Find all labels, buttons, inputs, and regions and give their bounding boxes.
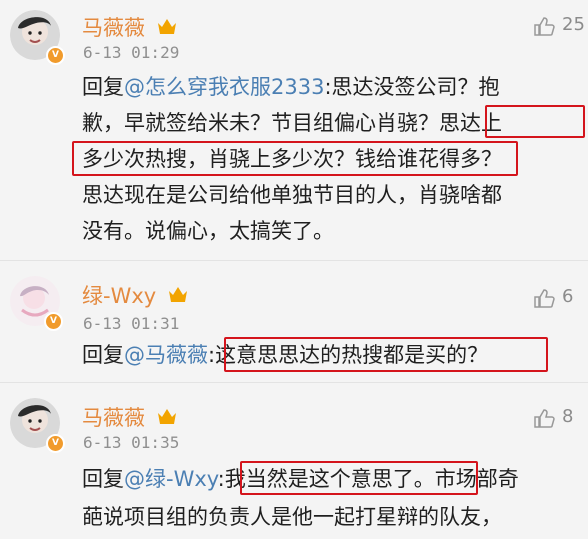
highlight-box [485,105,585,138]
comment-3: V 马薇薇 6-13 01:35 8 回复@绿-Wxy:我当然是这个意思了。市场… [0,390,588,539]
highlight-box [240,461,478,495]
verified-badge-icon: V [44,312,63,331]
like-button[interactable]: 25 [532,12,588,40]
divider [0,382,588,383]
comment-1: V 马薇薇 6-13 01:29 25 回复@怎么穿我衣服2333:思达没签公司… [0,0,588,255]
mention-link[interactable]: @马薇薇 [124,343,208,367]
thumbs-up-icon [534,289,555,308]
divider [0,260,588,261]
comment-time: 6-13 01:29 [83,43,180,62]
comment-2: V 绿-Wxy 6-13 01:31 6 回复@马薇薇:这意思思达的热搜都是买的… [0,268,588,378]
mention-link[interactable]: @绿-Wxy [124,467,218,491]
username[interactable]: 马薇薇 [82,402,178,432]
comment-time: 6-13 01:31 [83,314,180,333]
thumbs-up-icon [534,409,555,428]
like-count: 8 [562,406,574,427]
username[interactable]: 马薇薇 [82,12,178,42]
comment-line: 葩说项目组的负责人是他一起打星辩的队友， [82,505,502,529]
comment-line: 歉，早就签给米未？节目组偏心肖骁？思达上 [82,111,502,135]
verified-badge-icon: V [46,46,65,65]
comment-line: 没有。说偏心，太搞笑了。 [82,219,334,243]
thumbs-up-icon [534,17,555,36]
like-button[interactable]: 6 [532,284,588,312]
vip-member-icon [168,287,187,302]
like-button[interactable]: 8 [532,404,588,432]
username[interactable]: 绿-Wxy [82,280,189,310]
comment-line: 思达现在是公司给他单独节目的人，肖骁啥都 [82,183,502,207]
mention-link[interactable]: @怎么穿我衣服2333 [124,75,324,99]
highlight-box [72,141,518,176]
comment-line: 回复@怎么穿我衣服2333:思达没签公司？抱 [82,75,500,99]
like-count: 25 [562,14,585,35]
vip-member-icon [157,19,176,34]
highlight-box [224,337,548,372]
vip-member-icon [157,409,176,424]
verified-badge-icon: V [46,434,65,453]
comment-time: 6-13 01:35 [83,433,180,452]
like-count: 6 [562,286,574,307]
